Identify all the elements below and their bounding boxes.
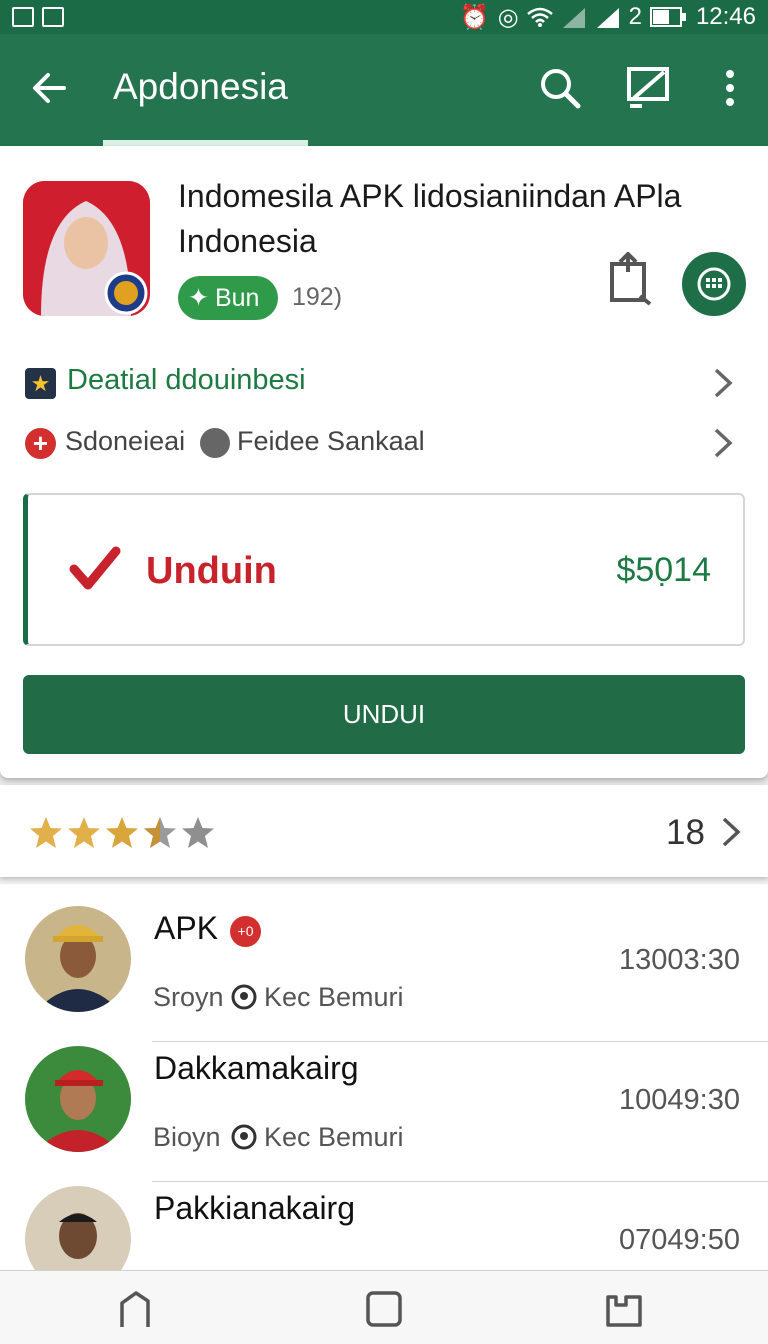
location-icon — [231, 1124, 257, 1150]
star-rating — [28, 815, 216, 851]
list-item[interactable]: Dakkamakairg Bioyn Kec Bemuri 10049:30 — [0, 1042, 768, 1182]
list-item-location: Kec Bemuri — [264, 1122, 404, 1152]
meta-row[interactable]: + Sdoneieai Feidee Sankaal — [0, 414, 768, 470]
list-item-name: Pakkianakairg — [154, 1190, 355, 1226]
signal-icon-2 — [596, 8, 619, 28]
price-box[interactable]: Unduin $50̣14 — [23, 493, 745, 646]
avatar — [25, 1186, 131, 1270]
meta-label-1: Sdoneieai — [65, 426, 186, 456]
search-icon[interactable] — [536, 64, 584, 112]
detail-row[interactable]: ★ Deatial ddouinbesi — [0, 354, 768, 410]
avatar — [25, 906, 131, 1012]
lightning-icon: ✦ — [188, 284, 209, 312]
chevron-right-icon — [722, 817, 741, 847]
list-item-name: APK — [154, 910, 219, 946]
list-item-time: 07049:50 — [619, 1224, 740, 1256]
grid-icon — [697, 267, 731, 301]
chevron-right-icon — [714, 428, 733, 458]
app-icon[interactable] — [23, 181, 150, 316]
star-icon — [68, 817, 100, 848]
sync-icon: ◎ — [497, 3, 519, 31]
info-dot-icon — [200, 428, 230, 458]
nav-back-icon[interactable] — [116, 1289, 156, 1329]
chevron-right-icon — [714, 368, 733, 398]
list-item-badge: +0 — [230, 916, 261, 947]
meta-label-2: Feidee Sankaal — [237, 426, 425, 456]
bun-badge[interactable]: ✦ Bun — [178, 276, 278, 320]
review-count: 192) — [292, 283, 343, 311]
app-detail-card: Indomesila APK lidosianiindan APla Indon… — [0, 146, 768, 778]
nav-home-icon[interactable] — [364, 1289, 404, 1329]
price-value: $50̣14 — [616, 551, 711, 589]
nav-recent-apps-icon[interactable] — [604, 1289, 644, 1329]
rating-count: 18 — [666, 813, 705, 852]
list-item-location: Kec Bemuri — [264, 982, 404, 1012]
badge-label: Bun — [214, 283, 260, 312]
list-item-name: Dakkamakairg — [154, 1050, 359, 1086]
avatar — [25, 1046, 131, 1152]
battery-text: 2 — [628, 3, 642, 30]
star-icon — [106, 817, 138, 848]
empty-star-icon — [182, 817, 214, 848]
more-vert-icon[interactable] — [706, 64, 754, 112]
wifi-icon — [526, 7, 553, 27]
download-check-icon — [69, 546, 121, 590]
signal-icon — [562, 8, 585, 28]
list-item-time: 10049:30 — [619, 1084, 740, 1116]
download-button[interactable]: UNDUI — [23, 675, 745, 754]
app-bar: Apdonesia — [0, 34, 768, 146]
list-item-subtitle: Bioyn — [153, 1122, 221, 1152]
location-icon — [231, 984, 257, 1010]
alarm-icon: ⏰ — [459, 3, 490, 31]
battery-icon — [649, 7, 686, 27]
app-bar-title: Apdonesia — [113, 66, 288, 107]
grid-apps-button[interactable] — [682, 252, 746, 316]
list-item[interactable]: Pakkianakairg 07049:50 — [0, 1182, 768, 1270]
list-item[interactable]: APK +0 Sroyn Kec Bemuri 13003:30 — [0, 902, 768, 1042]
system-nav-bar — [0, 1270, 768, 1344]
app-title: Indomesila APK lidosianiindan APla Indon… — [178, 178, 682, 259]
status-bar: ⏰ ◎ 2 12:46 — [0, 0, 768, 34]
notification-icon — [12, 7, 34, 27]
clock: 12:46 — [695, 3, 756, 30]
reviewer-list: APK +0 Sroyn Kec Bemuri 13003:30 Dakkama… — [0, 884, 768, 1270]
share-icon[interactable] — [604, 252, 656, 308]
edit-icon[interactable] — [624, 64, 672, 112]
plus-icon: + — [25, 428, 56, 459]
star-badge-icon: ★ — [25, 368, 56, 399]
half-star-icon — [144, 817, 176, 848]
star-icon — [30, 817, 62, 848]
image-notification-icon — [42, 7, 64, 27]
list-item-subtitle: Sroyn — [153, 982, 224, 1012]
back-arrow-icon[interactable] — [26, 64, 74, 112]
rating-row[interactable]: 18 — [0, 785, 768, 877]
price-label: Unduin — [146, 550, 277, 592]
detail-label: Deatial ddouinbesi — [67, 364, 306, 396]
list-item-time: 13003:30 — [619, 944, 740, 976]
